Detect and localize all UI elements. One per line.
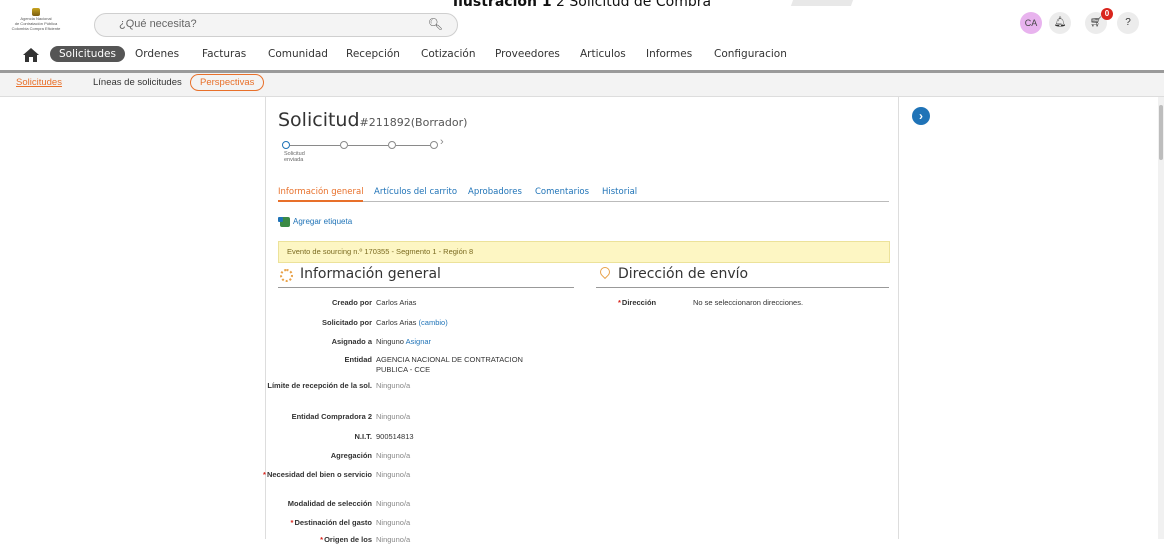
- active-tab-underline: [278, 200, 363, 202]
- step-connector: [396, 145, 430, 146]
- field-label-entidad-compradora-2: Entidad Compradora 2: [291, 412, 372, 421]
- field-label-entidad: Entidad: [344, 355, 373, 364]
- field-value-agregacion: Ninguno/a: [376, 451, 411, 460]
- help-icon[interactable]: ?: [1117, 12, 1139, 34]
- nav-informes[interactable]: Informes: [646, 48, 692, 60]
- request-status: (Borrador): [410, 116, 468, 129]
- step-arrow-icon: ›: [440, 136, 444, 148]
- scrollbar-thumb[interactable]: [1159, 105, 1163, 160]
- tab-historial[interactable]: Historial: [602, 187, 637, 197]
- field-label-necesidad: *Necesidad del bien o servicio: [263, 470, 372, 479]
- tag-icon: [278, 217, 290, 227]
- subnav-lineas-de-solicitudes[interactable]: Líneas de solicitudes: [93, 77, 182, 88]
- field-label-origen: *Origen de los: [320, 535, 372, 544]
- search-input[interactable]: ¿Qué necesita? 🔍︎: [94, 13, 458, 37]
- page-title: Solicitud#211892(Borrador): [278, 109, 468, 131]
- field-value-origen: Ninguno/a: [376, 535, 411, 544]
- field-value-direccion: No se seleccionaron direcciones.: [693, 298, 804, 307]
- field-label-limite-recepcion: Límite de recepción de la sol.: [267, 381, 372, 390]
- nav-proveedores[interactable]: Proveedores: [495, 48, 560, 60]
- tab-informacion-general[interactable]: Información general: [278, 187, 364, 197]
- agency-logo[interactable]: Agencia Nacional de Contratación Pública…: [6, 8, 66, 36]
- subnav-perspectivas[interactable]: Perspectivas: [190, 74, 265, 91]
- assign-link[interactable]: Asignar: [406, 337, 431, 346]
- left-pane: [0, 97, 266, 539]
- add-tag-button[interactable]: Agregar etiqueta: [278, 217, 352, 227]
- field-value-destinacion-del-gasto: Ninguno/a: [376, 518, 411, 527]
- tab-comentarios[interactable]: Comentarios: [535, 187, 589, 197]
- nav-comunidad[interactable]: Comunidad: [268, 48, 328, 60]
- search-placeholder: ¿Qué necesita?: [119, 18, 197, 30]
- field-label-direccion: *Dirección: [618, 298, 657, 307]
- field-value-nit: 900514813: [376, 432, 414, 441]
- step-label: Solicitud enviada: [284, 151, 305, 163]
- section-general-info-header: Información general: [278, 265, 574, 288]
- nav-cotizacion[interactable]: Cotización: [421, 48, 476, 60]
- request-number: #211892: [359, 116, 411, 129]
- detail-tabs: Información general Artículos del carrit…: [278, 187, 889, 202]
- expand-panel-chevron-icon[interactable]: ›: [912, 107, 930, 125]
- field-value-solicitado-por: Carlos Arias (cambio): [376, 318, 448, 327]
- cart-count-badge: 0: [1101, 8, 1113, 20]
- field-value-entidad: AGENCIA NACIONAL DE CONTRATACION PUBLICA…: [376, 355, 523, 374]
- change-requester-link[interactable]: (cambio): [419, 318, 448, 327]
- field-label-modalidad: Modalidad de selección: [287, 499, 372, 508]
- sub-navigation: Solicitudes Líneas de solicitudes Perspe…: [0, 73, 1164, 97]
- field-label-creado-por: Creado por: [331, 298, 372, 307]
- home-icon[interactable]: [23, 48, 39, 62]
- crest-icon: [32, 8, 40, 16]
- field-label-nit: N.I.T.: [354, 432, 372, 441]
- subnav-solicitudes[interactable]: Solicitudes: [16, 77, 62, 88]
- field-value-necesidad: Ninguno/a: [376, 470, 411, 479]
- right-pane: ›: [898, 97, 1161, 539]
- step-dot-3: [388, 141, 396, 149]
- general-info-icon: [280, 269, 293, 282]
- field-label-agregacion: Agregación: [330, 451, 372, 460]
- field-value-entidad-compradora-2: Ninguno/a: [376, 412, 411, 421]
- tab-aprobadores[interactable]: Aprobadores: [468, 187, 522, 197]
- step-dot-submitted: [282, 141, 290, 149]
- sourcing-event-notice: Evento de sourcing n.º 170355 - Segmento…: [278, 241, 890, 263]
- top-bar: Agencia Nacional de Contratación Pública…: [0, 6, 1164, 42]
- search-icon[interactable]: 🔍︎: [428, 17, 443, 31]
- user-avatar[interactable]: CA: [1020, 12, 1042, 34]
- location-pin-icon: [597, 264, 613, 280]
- section-shipping-header: Dirección de envío: [596, 264, 889, 288]
- field-value-limite-recepcion: Ninguno/a: [376, 381, 411, 390]
- field-value-modalidad: Ninguno/a: [376, 499, 411, 508]
- field-value-asignado-a: Ninguno Asignar: [376, 337, 432, 346]
- step-connector: [348, 145, 388, 146]
- nav-ordenes[interactable]: Ordenes: [135, 48, 179, 60]
- step-dot-2: [340, 141, 348, 149]
- main-navigation: Solicitudes Ordenes Facturas Comunidad R…: [0, 42, 1164, 73]
- nav-facturas[interactable]: Facturas: [202, 48, 246, 60]
- field-label-asignado-a: Asignado a: [331, 337, 372, 346]
- field-label-destinacion-del-gasto: *Destinación del gasto: [290, 518, 372, 527]
- field-label-solicitado-por: Solicitado por: [321, 318, 372, 327]
- tab-articulos-del-carrito[interactable]: Artículos del carrito: [374, 187, 457, 197]
- field-value-creado-por: Carlos Arias: [376, 298, 417, 307]
- nav-articulos[interactable]: Articulos: [580, 48, 626, 60]
- step-connector: [290, 145, 340, 146]
- step-dot-4: [430, 141, 438, 149]
- notifications-bell-icon[interactable]: 🔔︎: [1049, 12, 1071, 34]
- nav-recepcion[interactable]: Recepción: [346, 48, 400, 60]
- nav-solicitudes[interactable]: Solicitudes: [50, 46, 125, 62]
- main-content: Solicitud#211892(Borrador) › Solicitud e…: [263, 97, 898, 544]
- page-scrollbar[interactable]: [1158, 97, 1164, 539]
- nav-configuracion[interactable]: Configuracion: [714, 48, 787, 60]
